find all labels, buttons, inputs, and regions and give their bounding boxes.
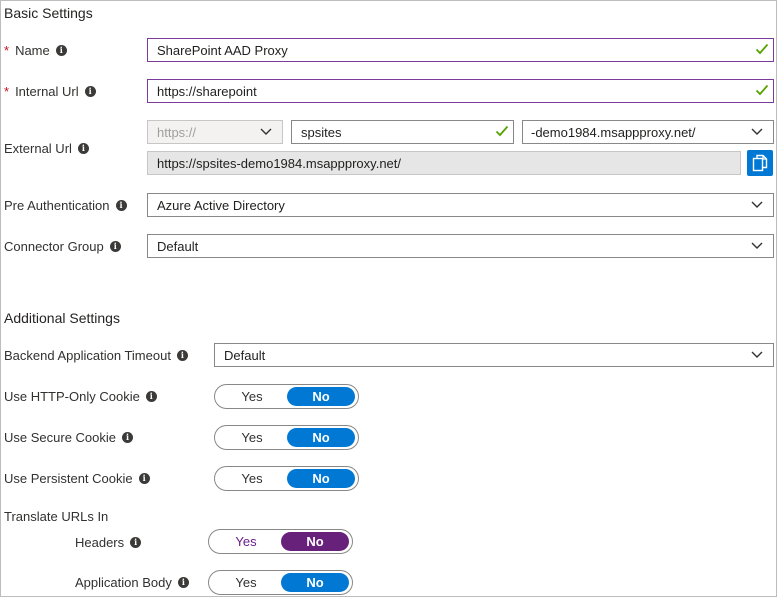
- name-label: * Name i: [4, 43, 67, 58]
- connector-group-value: Default: [157, 238, 199, 254]
- connector-group-label-text: Connector Group: [4, 239, 104, 254]
- http-only-cookie-label: Use HTTP-Only Cookie i: [4, 389, 157, 404]
- pre-auth-label-text: Pre Authentication: [4, 198, 110, 213]
- basic-settings-heading: Basic Settings: [4, 5, 93, 21]
- info-icon[interactable]: i: [177, 577, 189, 588]
- backend-timeout-dropdown[interactable]: Default: [214, 343, 774, 367]
- persistent-cookie-toggle[interactable]: Yes No: [214, 466, 359, 491]
- checkmark-icon: [495, 125, 509, 137]
- info-icon[interactable]: i: [115, 200, 127, 211]
- info-icon[interactable]: i: [130, 537, 142, 548]
- app-body-label-text: Application Body: [75, 575, 172, 590]
- chevron-down-icon: [260, 128, 272, 135]
- http-only-cookie-label-text: Use HTTP-Only Cookie: [4, 389, 140, 404]
- internal-url-input-value: https://sharepoint: [157, 83, 257, 99]
- persistent-cookie-label: Use Persistent Cookie i: [4, 471, 150, 486]
- info-icon[interactable]: i: [109, 241, 121, 252]
- internal-url-label: * Internal Url i: [4, 84, 96, 99]
- toggle-no-option[interactable]: No: [281, 532, 349, 551]
- secure-cookie-toggle[interactable]: Yes No: [214, 425, 359, 450]
- pre-auth-dropdown[interactable]: Azure Active Directory: [147, 193, 774, 217]
- external-url-full: https://spsites-demo1984.msappproxy.net/: [157, 155, 401, 171]
- toggle-yes-option[interactable]: Yes: [218, 428, 286, 447]
- chevron-down-icon: [751, 128, 763, 135]
- domain-value: -demo1984.msappproxy.net/: [531, 124, 696, 140]
- secure-cookie-label: Use Secure Cookie i: [4, 430, 133, 445]
- checkmark-icon: [755, 84, 769, 96]
- http-only-cookie-toggle[interactable]: Yes No: [214, 384, 359, 409]
- toggle-no-option[interactable]: No: [281, 573, 349, 592]
- pre-auth-label: Pre Authentication i: [4, 198, 127, 213]
- toggle-no-option[interactable]: No: [287, 428, 355, 447]
- chevron-down-icon: [751, 201, 763, 208]
- internal-url-label-text: Internal Url: [15, 84, 79, 99]
- external-url-label: External Url i: [4, 141, 89, 156]
- name-input[interactable]: SharePoint AAD Proxy: [147, 38, 774, 62]
- required-marker: *: [4, 84, 10, 99]
- connector-group-dropdown[interactable]: Default: [147, 234, 774, 258]
- info-icon[interactable]: i: [55, 45, 67, 56]
- app-body-label: Application Body i: [75, 575, 189, 590]
- internal-url-input[interactable]: https://sharepoint: [147, 79, 774, 103]
- domain-dropdown[interactable]: -demo1984.msappproxy.net/: [522, 120, 774, 144]
- info-icon[interactable]: i: [145, 391, 157, 402]
- connector-group-label: Connector Group i: [4, 239, 121, 254]
- info-icon[interactable]: i: [84, 86, 96, 97]
- url-scheme-dropdown[interactable]: https://: [147, 120, 283, 144]
- toggle-no-option[interactable]: No: [287, 387, 355, 406]
- copy-icon: [752, 154, 768, 172]
- toggle-yes-option[interactable]: Yes: [218, 387, 286, 406]
- secure-cookie-label-text: Use Secure Cookie: [4, 430, 116, 445]
- name-input-value: SharePoint AAD Proxy: [157, 42, 288, 58]
- headers-label-text: Headers: [75, 535, 125, 550]
- toggle-yes-option[interactable]: Yes: [218, 469, 286, 488]
- translate-urls-label-text: Translate URLs In: [4, 509, 109, 524]
- settings-panel: Basic Settings * Name i SharePoint AAD P…: [0, 0, 777, 597]
- headers-label: Headers i: [75, 535, 142, 550]
- info-icon[interactable]: i: [122, 432, 133, 443]
- required-marker: *: [4, 43, 10, 58]
- info-icon[interactable]: i: [77, 143, 89, 154]
- backend-timeout-label-text: Backend Application Timeout: [4, 348, 171, 363]
- toggle-no-option[interactable]: No: [287, 469, 355, 488]
- headers-toggle[interactable]: Yes No: [208, 529, 353, 554]
- pre-auth-value: Azure Active Directory: [157, 197, 285, 213]
- translate-urls-label: Translate URLs In: [4, 509, 108, 524]
- name-label-text: Name: [15, 43, 50, 58]
- app-body-toggle[interactable]: Yes No: [208, 570, 353, 595]
- toggle-yes-option[interactable]: Yes: [212, 573, 280, 592]
- checkmark-icon: [755, 43, 769, 55]
- external-url-label-text: External Url: [4, 141, 72, 156]
- chevron-down-icon: [751, 242, 763, 249]
- chevron-down-icon: [751, 351, 763, 358]
- persistent-cookie-label-text: Use Persistent Cookie: [4, 471, 133, 486]
- subdomain-input[interactable]: spsites: [291, 120, 514, 144]
- info-icon[interactable]: i: [138, 473, 150, 484]
- backend-timeout-value: Default: [224, 347, 266, 363]
- subdomain-value: spsites: [301, 124, 342, 140]
- info-icon[interactable]: i: [176, 350, 188, 361]
- backend-timeout-label: Backend Application Timeout i: [4, 348, 188, 363]
- additional-settings-heading: Additional Settings: [4, 310, 120, 326]
- external-url-readonly: https://spsites-demo1984.msappproxy.net/: [147, 151, 741, 175]
- url-scheme-value: https://: [157, 124, 197, 140]
- copy-button[interactable]: [747, 150, 773, 176]
- toggle-yes-option[interactable]: Yes: [212, 532, 280, 551]
